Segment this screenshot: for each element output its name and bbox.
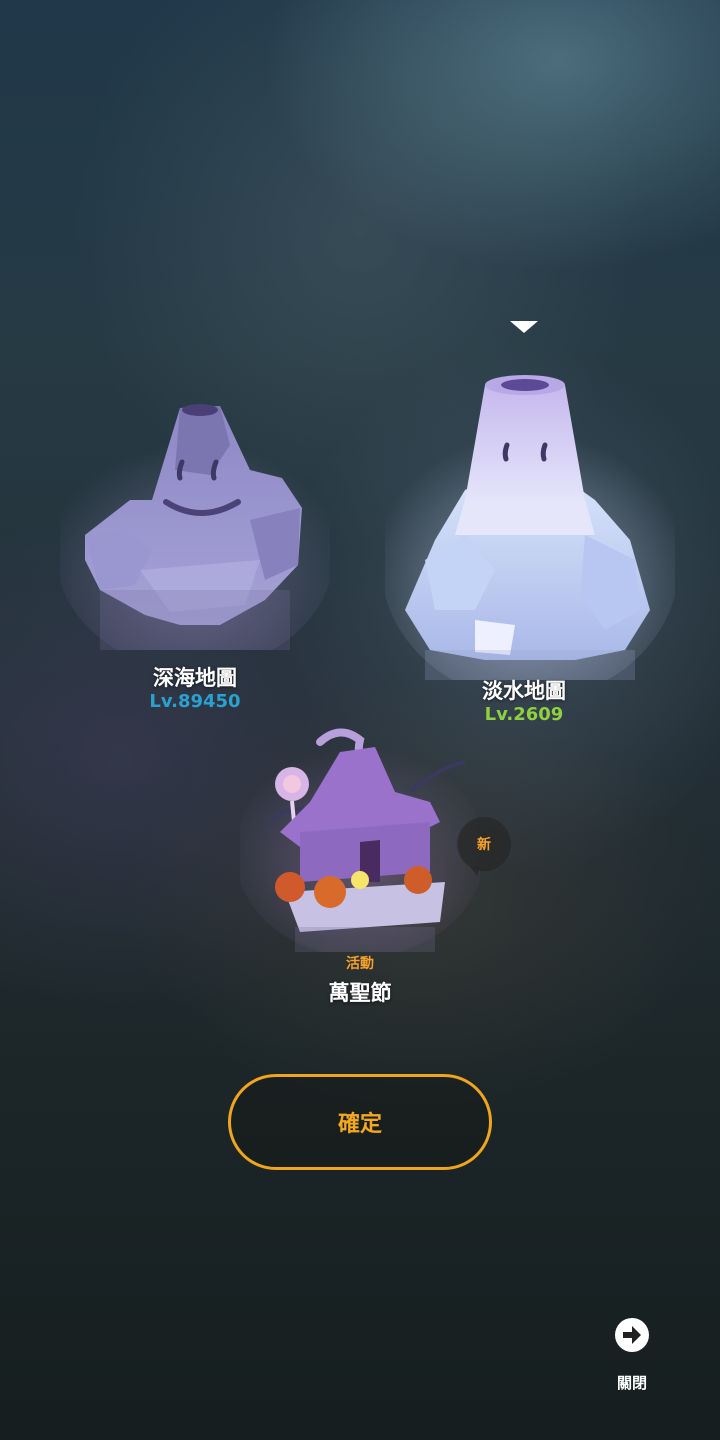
deep-sea-island-icon <box>60 404 330 650</box>
new-badge: 新 <box>458 818 510 876</box>
map-freshwater[interactable]: 淡水地圖 Lv.2609 <box>385 360 675 730</box>
halloween-island-icon <box>240 728 480 952</box>
arrow-right-circle-icon <box>615 1318 649 1352</box>
freshwater-island-icon <box>385 375 675 680</box>
close-label: 關閉 <box>616 1374 647 1392</box>
map-name-deep-sea: 深海地圖 <box>153 666 237 690</box>
map-name-freshwater: 淡水地圖 <box>482 679 566 703</box>
event-tag: 活動 <box>346 956 374 972</box>
close-button[interactable]: 關閉 <box>602 1316 662 1396</box>
map-name-halloween: 萬聖節 <box>328 981 392 1005</box>
map-deep-sea[interactable]: 深海地圖 Lv.89450 <box>60 390 330 720</box>
selected-indicator-icon <box>510 321 538 333</box>
map-level-deep-sea: Lv.89450 <box>149 691 241 712</box>
confirm-button[interactable]: 確定 <box>228 1074 492 1170</box>
